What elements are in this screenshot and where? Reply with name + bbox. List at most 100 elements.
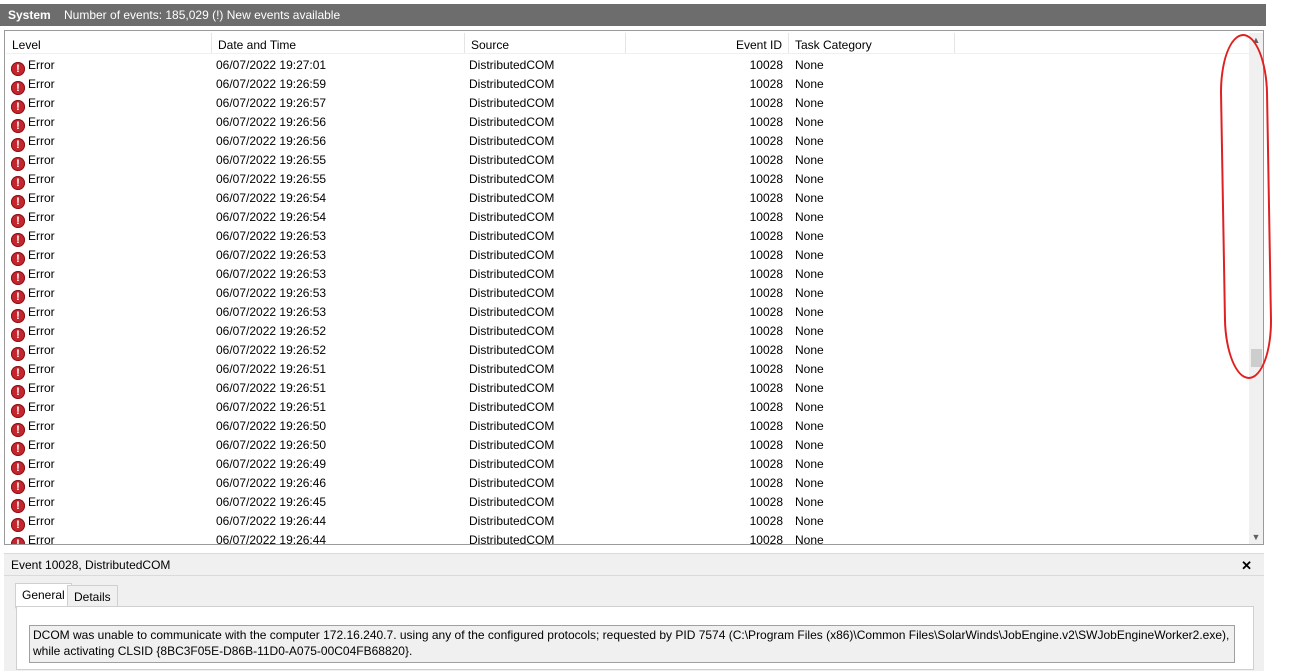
task-category-cell: None <box>795 457 824 471</box>
error-circle-icon: ! <box>11 271 25 285</box>
error-circle-icon: ! <box>11 290 25 304</box>
source-cell: DistributedCOM <box>469 267 555 281</box>
level-text: Error <box>28 115 55 129</box>
error-circle-icon: ! <box>11 328 25 342</box>
table-row[interactable]: ! Error 06/07/2022 19:26:51 DistributedCOM 1… <box>6 360 1249 380</box>
table-row[interactable]: ! Error 06/07/2022 19:26:53 DistributedCOM 1… <box>6 246 1249 266</box>
table-row[interactable]: ! Error 06/07/2022 19:26:54 DistributedCOM 1… <box>6 189 1249 209</box>
error-circle-icon: ! <box>11 518 25 532</box>
source-cell: DistributedCOM <box>469 210 555 224</box>
level-cell: ! Error <box>11 474 211 494</box>
level-text: Error <box>28 343 55 357</box>
level-text: Error <box>28 96 55 110</box>
date-cell: 06/07/2022 19:26:59 <box>216 77 327 91</box>
task-category-cell: None <box>795 305 824 319</box>
level-cell: ! Error <box>11 56 211 76</box>
event-id-cell: 10028 <box>749 324 783 338</box>
level-text: Error <box>28 58 55 72</box>
event-id-cell: 10028 <box>749 476 783 490</box>
level-cell: ! Error <box>11 398 211 418</box>
source-cell: DistributedCOM <box>469 248 555 262</box>
event-id-cell: 10028 <box>749 172 783 186</box>
level-cell: ! Error <box>11 113 211 133</box>
level-cell: ! Error <box>11 284 211 304</box>
table-row[interactable]: ! Error 06/07/2022 19:26:53 DistributedCOM 1… <box>6 227 1249 247</box>
table-row[interactable]: ! Error 06/07/2022 19:26:51 DistributedCOM 1… <box>6 379 1249 399</box>
source-cell: DistributedCOM <box>469 495 555 509</box>
date-cell: 06/07/2022 19:26:50 <box>216 419 327 433</box>
source-cell: DistributedCOM <box>469 362 555 376</box>
level-cell: ! Error <box>11 341 211 361</box>
close-icon[interactable]: ✕ <box>1241 554 1252 577</box>
task-category-cell: None <box>795 191 824 205</box>
level-cell: ! Error <box>11 322 211 342</box>
column-header-level[interactable]: Level <box>6 33 212 53</box>
column-header-date-time[interactable]: Date and Time <box>212 33 465 53</box>
table-row[interactable]: ! Error 06/07/2022 19:26:46 DistributedCOM 1… <box>6 474 1249 494</box>
chevron-down-icon[interactable]: ▼ <box>1249 530 1263 544</box>
date-cell: 06/07/2022 19:26:56 <box>216 134 327 148</box>
level-text: Error <box>28 514 55 528</box>
level-text: Error <box>28 495 55 509</box>
table-row[interactable]: ! Error 06/07/2022 19:26:45 DistributedCOM 1… <box>6 493 1249 513</box>
column-header-source[interactable]: Source <box>465 33 626 53</box>
table-row[interactable]: ! Error 06/07/2022 19:26:55 DistributedCOM 1… <box>6 170 1249 190</box>
error-circle-icon: ! <box>11 366 25 380</box>
date-cell: 06/07/2022 19:26:49 <box>216 457 327 471</box>
event-id-cell: 10028 <box>749 153 783 167</box>
source-cell: DistributedCOM <box>469 305 555 319</box>
task-category-cell: None <box>795 286 824 300</box>
table-row[interactable]: ! Error 06/07/2022 19:26:49 DistributedCOM 1… <box>6 455 1249 475</box>
event-id-cell: 10028 <box>749 248 783 262</box>
table-row[interactable]: ! Error 06/07/2022 19:26:57 DistributedCOM 1… <box>6 94 1249 114</box>
table-row[interactable]: ! Error 06/07/2022 19:26:56 DistributedCOM 1… <box>6 113 1249 133</box>
date-cell: 06/07/2022 19:26:45 <box>216 495 327 509</box>
table-row[interactable]: ! Error 06/07/2022 19:26:56 DistributedCOM 1… <box>6 132 1249 152</box>
table-row[interactable]: ! Error 06/07/2022 19:26:51 DistributedCOM 1… <box>6 398 1249 418</box>
date-cell: 06/07/2022 19:26:53 <box>216 248 327 262</box>
task-category-cell: None <box>795 476 824 490</box>
column-header-task-category[interactable]: Task Category <box>789 33 955 53</box>
table-row[interactable]: ! Error 06/07/2022 19:26:53 DistributedCOM 1… <box>6 284 1249 304</box>
table-row[interactable]: ! Error 06/07/2022 19:26:44 DistributedCOM 1… <box>6 512 1249 532</box>
table-row[interactable]: ! Error 06/07/2022 19:26:54 DistributedCOM 1… <box>6 208 1249 228</box>
date-cell: 06/07/2022 19:26:53 <box>216 305 327 319</box>
event-id-cell: 10028 <box>749 362 783 376</box>
level-cell: ! Error <box>11 360 211 380</box>
level-text: Error <box>28 419 55 433</box>
level-cell: ! Error <box>11 227 211 247</box>
task-category-cell: None <box>795 96 824 110</box>
level-cell: ! Error <box>11 75 211 95</box>
source-cell: DistributedCOM <box>469 77 555 91</box>
level-cell: ! Error <box>11 436 211 456</box>
source-cell: DistributedCOM <box>469 343 555 357</box>
table-row[interactable]: ! Error 06/07/2022 19:26:52 DistributedCOM 1… <box>6 322 1249 342</box>
table-row[interactable]: ! Error 06/07/2022 19:26:52 DistributedCOM 1… <box>6 341 1249 361</box>
table-row[interactable]: ! Error 06/07/2022 19:27:01 DistributedCOM 1… <box>6 56 1249 76</box>
column-header-event-id[interactable]: Event ID <box>626 33 789 53</box>
event-description[interactable]: DCOM was unable to communicate with the … <box>29 625 1235 663</box>
red-annotation-ellipse <box>1218 33 1274 380</box>
date-cell: 06/07/2022 19:26:51 <box>216 362 327 376</box>
date-cell: 06/07/2022 19:26:54 <box>216 210 327 224</box>
table-row[interactable]: ! Error 06/07/2022 19:26:50 DistributedCOM 1… <box>6 417 1249 437</box>
date-cell: 06/07/2022 19:26:52 <box>216 343 327 357</box>
table-row[interactable]: ! Error 06/07/2022 19:26:53 DistributedCOM 1… <box>6 303 1249 323</box>
details-pane: General Details DCOM was unable to commu… <box>4 576 1264 671</box>
description-line-2: while activating CLSID {8BC3F05E-D86B-11… <box>33 644 413 658</box>
error-circle-icon: ! <box>11 252 25 266</box>
general-tab-content: DCOM was unable to communicate with the … <box>16 606 1254 670</box>
date-cell: 06/07/2022 19:26:54 <box>216 191 327 205</box>
task-category-cell: None <box>795 362 824 376</box>
date-cell: 06/07/2022 19:26:46 <box>216 476 327 490</box>
level-cell: ! Error <box>11 265 211 285</box>
event-id-cell: 10028 <box>749 533 783 544</box>
description-line-1: DCOM was unable to communicate with the … <box>33 628 1230 642</box>
table-row[interactable]: ! Error 06/07/2022 19:26:44 DistributedCOM 1… <box>6 531 1249 544</box>
table-row[interactable]: ! Error 06/07/2022 19:26:59 DistributedCOM 1… <box>6 75 1249 95</box>
task-category-cell: None <box>795 58 824 72</box>
task-category-cell: None <box>795 419 824 433</box>
table-row[interactable]: ! Error 06/07/2022 19:26:50 DistributedCOM 1… <box>6 436 1249 456</box>
table-row[interactable]: ! Error 06/07/2022 19:26:55 DistributedCOM 1… <box>6 151 1249 171</box>
table-row[interactable]: ! Error 06/07/2022 19:26:53 DistributedCOM 1… <box>6 265 1249 285</box>
